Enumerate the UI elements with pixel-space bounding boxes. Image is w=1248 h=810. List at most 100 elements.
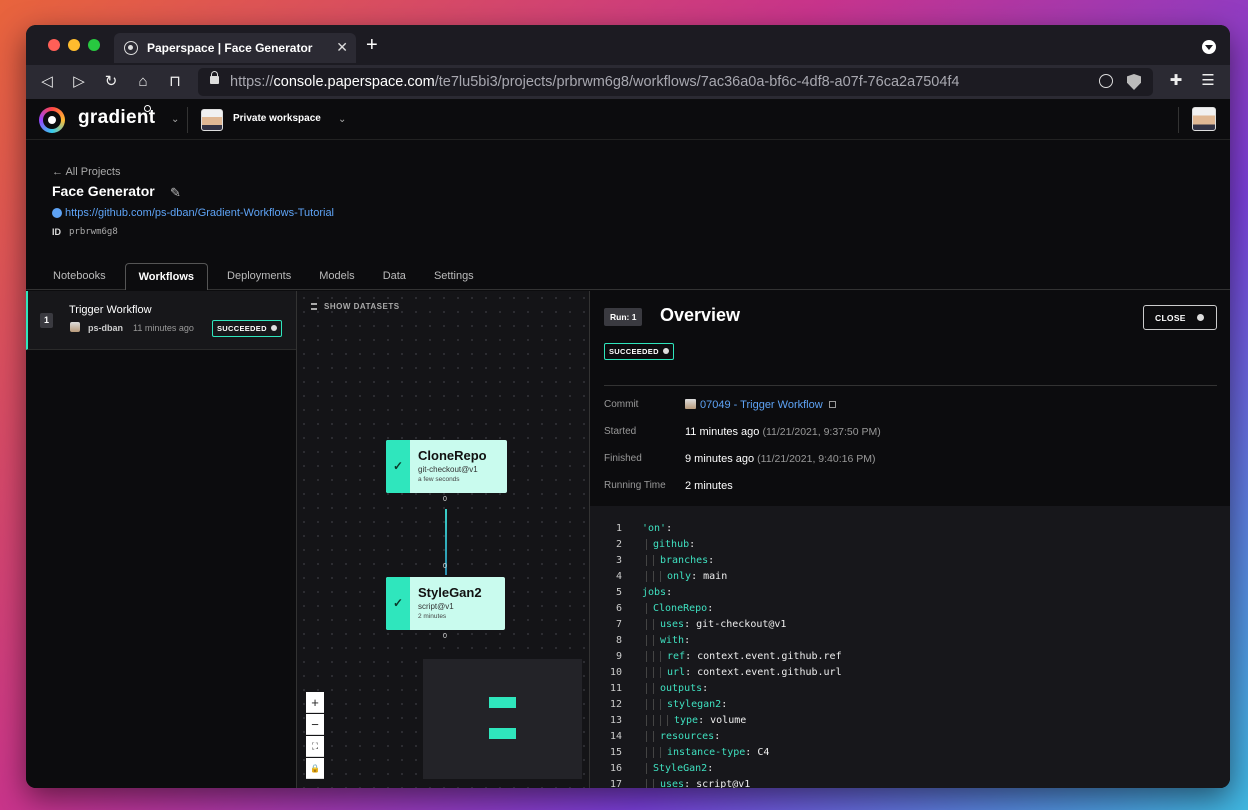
node-time: a few seconds	[418, 476, 460, 483]
run-item[interactable]: 1 Trigger Workflow ps-dban 11 minutes ag…	[26, 291, 296, 350]
started-timestamp: (11/21/2021, 9:37:50 PM)	[762, 426, 881, 438]
indent-guide: github:	[646, 539, 696, 550]
started-relative: 11 minutes ago	[685, 426, 760, 438]
tab-data[interactable]: Data	[370, 263, 419, 290]
brand-dot-icon	[144, 105, 151, 112]
show-datasets-button[interactable]: SHOW DATASETS	[324, 302, 400, 311]
indent-guide: ref: context.event.github.ref	[653, 651, 842, 662]
forward-icon[interactable]: ▷	[68, 71, 90, 93]
gradient-logo-icon[interactable]	[39, 107, 65, 133]
overview-title: Overview	[660, 305, 741, 325]
zoom-icon[interactable]	[1099, 74, 1113, 88]
home-icon[interactable]: ⌂	[132, 71, 154, 93]
workflow-node[interactable]: ✓ StyleGan2 script@v1 2 minutes	[386, 577, 505, 630]
run-chip: Run: 1	[604, 308, 643, 326]
close-window-button[interactable]	[48, 39, 60, 51]
tab-title: Paperspace | Face Generator	[147, 41, 313, 55]
lock-button[interactable]: 🔒	[306, 758, 324, 779]
tab-workflows[interactable]: Workflows	[124, 263, 209, 290]
chevron-down-icon[interactable]: ⌄	[171, 114, 179, 125]
workspace-switcher[interactable]: Private workspace	[233, 113, 321, 124]
zoom-out-button[interactable]: −	[306, 714, 324, 735]
fit-view-button[interactable]: ⛶	[306, 736, 324, 757]
yaml-key: jobs	[642, 587, 667, 598]
extensions-icon[interactable]: ✚	[1165, 71, 1187, 89]
indent-guide: type: volume	[667, 715, 747, 726]
yaml-key: stylegan2	[667, 699, 722, 710]
line-number: 13	[609, 715, 622, 726]
reload-icon[interactable]: ↻	[100, 71, 122, 93]
tab-settings[interactable]: Settings	[421, 263, 487, 290]
line-number: 5	[615, 587, 622, 598]
indent-guide: ref: context.event.github.ref	[646, 651, 842, 662]
close-button[interactable]: CLOSE	[1143, 305, 1217, 330]
app-header: gradient ⌄ Private workspace ⌄	[26, 99, 1230, 140]
status-badge: SUCCEEDED	[604, 343, 674, 360]
new-tab-button[interactable]: +	[366, 35, 378, 55]
commit-link[interactable]: 07049 - Trigger Workflow	[700, 399, 823, 411]
output-port-label: 0	[443, 633, 447, 640]
tab-notebooks[interactable]: Notebooks	[40, 263, 119, 290]
overview-panel: Run: 1 Overview CLOSE SUCCEEDED Commit 0…	[590, 291, 1230, 788]
indent-guide: uses: script@v1	[646, 779, 751, 788]
commit-value[interactable]: 07049 - Trigger Workflow	[685, 399, 836, 411]
user-avatar[interactable]	[1192, 107, 1216, 131]
yaml-value: : volume	[698, 715, 747, 726]
yaml-value: : script@v1	[684, 779, 751, 788]
bookmark-icon[interactable]: ⊓	[164, 71, 186, 93]
code-line: 9 ref: context.event.github.ref	[590, 649, 1230, 665]
minimize-window-button[interactable]	[68, 39, 80, 51]
line-number: 6	[615, 603, 622, 614]
menu-icon[interactable]: ☰	[1197, 71, 1219, 89]
workflow-canvas[interactable]: SHOW DATASETS ✓ CloneRepo git-checkout@v…	[297, 291, 590, 788]
yaml-key: github	[653, 539, 690, 550]
code-text: 'on':	[642, 521, 672, 537]
lock-icon	[210, 71, 219, 84]
code-line: 3 branches:	[590, 553, 1230, 569]
workflow-node[interactable]: ✓ CloneRepo git-checkout@v1 a few second…	[386, 440, 507, 493]
finished-label: Finished	[604, 453, 642, 464]
output-port-label: 0	[443, 496, 447, 503]
external-link-icon[interactable]	[828, 401, 836, 408]
running-time-label: Running Time	[604, 480, 666, 491]
maximize-window-button[interactable]	[88, 39, 100, 51]
project-title: Face Generator	[52, 183, 155, 199]
workspace-chevron-down-icon[interactable]: ⌄	[338, 114, 346, 125]
indent-guide: type: volume	[646, 715, 747, 726]
indent-guide: only: main	[653, 571, 728, 582]
yaml-key: uses	[660, 779, 685, 788]
node-time: 2 minutes	[418, 613, 447, 620]
indent-guide: branches:	[653, 555, 715, 566]
workflow-yaml[interactable]: 1 'on': 2 github: 3 branches: 4 only: main 5 jobs…	[590, 506, 1230, 788]
brave-shield-icon[interactable]	[1127, 74, 1141, 90]
line-number: 1	[615, 523, 622, 534]
code-line: 10 url: context.event.github.url	[590, 665, 1230, 681]
tab-list-dropdown-icon[interactable]	[1202, 40, 1216, 54]
tab-models[interactable]: Models	[306, 263, 367, 290]
yaml-key: resources	[660, 731, 715, 742]
indent-guide: CloneRepo:	[646, 603, 714, 614]
running-time-value: 2 minutes	[685, 480, 733, 492]
code-line: 5 jobs:	[590, 585, 1230, 601]
browser-tab[interactable]: Paperspace | Face Generator ✕	[114, 33, 356, 63]
zoom-in-button[interactable]: +	[306, 692, 324, 713]
tab-deployments[interactable]: Deployments	[214, 263, 304, 290]
repo-link[interactable]: https://github.com/ps-dban/Gradient-Work…	[65, 207, 334, 219]
url-text[interactable]: https://console.paperspace.com/te7lu5bi3…	[230, 74, 959, 90]
all-projects-link[interactable]: ← All Projects	[52, 166, 120, 178]
back-icon[interactable]: ◁	[36, 71, 58, 93]
yaml-value: : git-checkout@v1	[684, 619, 787, 630]
started-value: 11 minutes ago (11/21/2021, 9:37:50 PM)	[685, 426, 881, 438]
address-bar[interactable]: https://console.paperspace.com/te7lu5bi3…	[198, 68, 1153, 96]
line-number: 11	[609, 683, 622, 694]
run-time: 11 minutes ago	[133, 323, 194, 333]
indent-guide: instance-type: C4	[646, 747, 770, 758]
tab-close-icon[interactable]: ✕	[336, 39, 348, 56]
pencil-icon[interactable]: ✎	[170, 185, 181, 201]
code-text: jobs:	[642, 585, 672, 601]
code-line: 16 StyleGan2:	[590, 761, 1230, 777]
line-number: 15	[609, 747, 622, 758]
minimap[interactable]	[423, 659, 582, 779]
header-divider	[1178, 107, 1179, 133]
indent-guide: outputs:	[653, 683, 709, 694]
